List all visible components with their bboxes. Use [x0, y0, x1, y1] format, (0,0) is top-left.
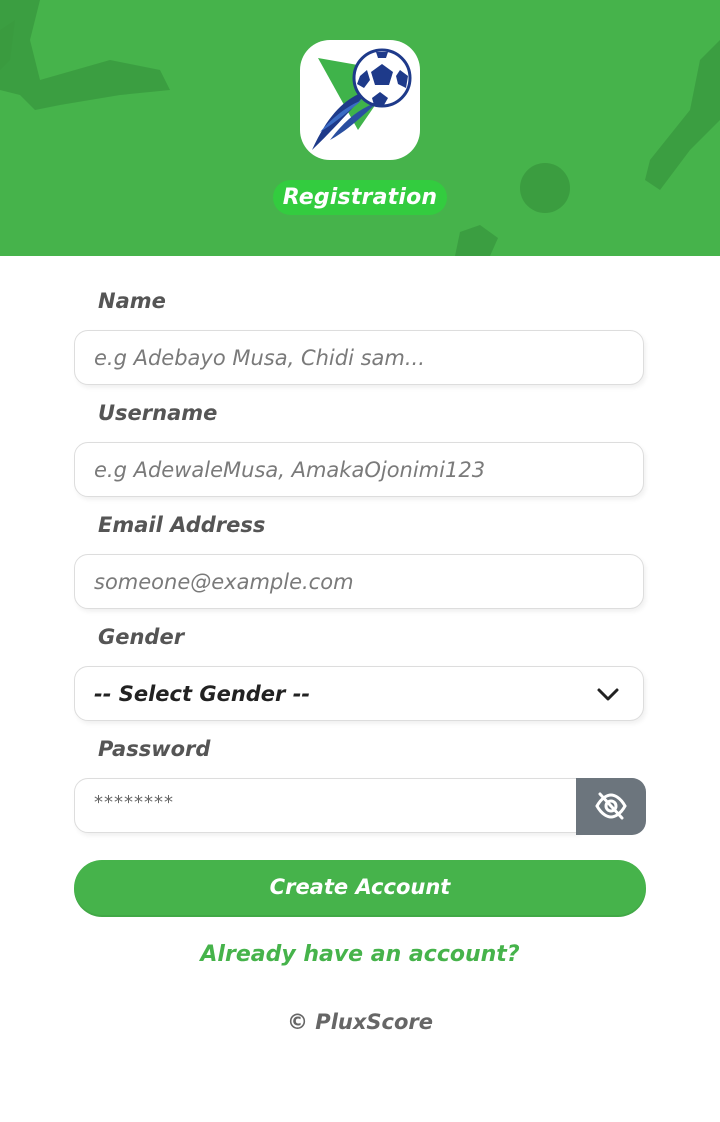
app-logo: [300, 40, 420, 160]
password-visibility-toggle[interactable]: [576, 778, 646, 835]
email-label: Email Address: [98, 513, 266, 537]
password-masked-value: ********: [94, 792, 174, 813]
soccer-ball-icon: [312, 48, 412, 150]
create-account-button[interactable]: Create Account: [74, 860, 646, 917]
gender-selected-value: -- Select Gender --: [94, 682, 311, 706]
login-link[interactable]: Already have an account?: [74, 942, 646, 967]
name-label: Name: [98, 289, 166, 313]
username-placeholder: e.g AdewaleMusa, AmakaOjonimi123: [94, 458, 486, 482]
password-input[interactable]: ********: [74, 778, 578, 833]
username-input[interactable]: e.g AdewaleMusa, AmakaOjonimi123: [74, 442, 644, 497]
chevron-down-icon: [597, 688, 619, 701]
header-banner: Registration: [0, 0, 720, 256]
username-label: Username: [98, 401, 218, 425]
registration-page: Registration Name e.g Adebayo Musa, Chid…: [0, 0, 720, 1122]
name-input[interactable]: e.g Adebayo Musa, Chidi sam...: [74, 330, 644, 385]
gender-label: Gender: [98, 625, 185, 649]
registration-badge: Registration: [273, 180, 447, 215]
gender-select[interactable]: -- Select Gender --: [74, 666, 644, 721]
eye-slash-icon: [595, 792, 627, 820]
password-label: Password: [98, 737, 211, 761]
email-input[interactable]: someone@example.com: [74, 554, 644, 609]
name-placeholder: e.g Adebayo Musa, Chidi sam...: [94, 346, 425, 370]
email-placeholder: someone@example.com: [94, 570, 354, 594]
copyright-text: © PluxScore: [287, 1010, 433, 1034]
